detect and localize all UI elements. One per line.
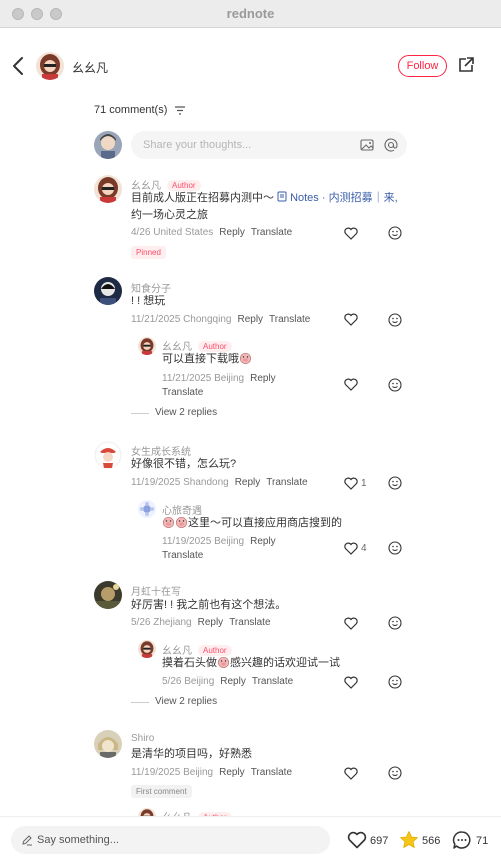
comment-author[interactable]: Shiro	[131, 733, 154, 744]
emoji-pig-icon	[162, 516, 175, 529]
emoji-reaction-icon[interactable]	[388, 313, 402, 327]
reply-meta: 11/19/2025 Beijing Reply Translate	[162, 536, 276, 561]
reply-text: 可以直接下载哦	[162, 351, 252, 368]
comment-text: 好厉害! ! 我之前也有这个想法。	[131, 599, 287, 611]
like-icon[interactable]	[344, 542, 358, 555]
comment-text: 是清华的项目吗，好熟悉	[131, 748, 252, 760]
reply-button[interactable]: Reply	[219, 227, 245, 238]
translate-button[interactable]: Translate	[252, 676, 293, 687]
translate-button[interactable]: Translate	[269, 314, 310, 325]
reply-avatar[interactable]	[138, 500, 156, 518]
pencil-icon	[22, 835, 32, 846]
comment-input[interactable]: Share your thoughts...	[131, 131, 407, 159]
author-avatar[interactable]	[36, 52, 64, 80]
translate-button[interactable]: Translate	[251, 767, 292, 778]
translate-button[interactable]: Translate	[162, 550, 203, 561]
reply-avatar[interactable]	[138, 640, 156, 658]
translate-button[interactable]: Translate	[229, 617, 270, 628]
reply-button[interactable]: Reply	[220, 676, 246, 687]
comment-meta: 5/26 Zhejiang Reply Translate	[131, 617, 271, 628]
emoji-reaction-icon[interactable]	[388, 616, 402, 630]
comment-author[interactable]: 月虹十在写	[131, 583, 181, 598]
like-icon[interactable]	[344, 477, 358, 490]
like-icon[interactable]	[344, 378, 358, 391]
comment-count: 71 comment(s)	[94, 104, 168, 116]
divider	[131, 702, 149, 703]
like-count: 697	[370, 835, 389, 847]
emoji-reaction-icon[interactable]	[388, 378, 402, 392]
emoji-reaction-icon[interactable]	[388, 476, 402, 490]
reply-meta: 11/21/2025 Beijing Reply Translate	[162, 373, 276, 398]
reply-button[interactable]: Reply	[198, 617, 224, 628]
comment-avatar[interactable]	[94, 441, 122, 469]
comment-avatar[interactable]	[94, 581, 122, 609]
comment-text: 好像很不错，怎么玩?	[131, 458, 237, 470]
like-icon[interactable]	[344, 313, 358, 326]
comment-avatar[interactable]	[94, 175, 122, 203]
like-icon[interactable]	[344, 617, 358, 630]
reply-button[interactable]: Reply	[250, 536, 276, 547]
my-avatar	[94, 131, 122, 159]
collect-star-icon[interactable]	[399, 830, 419, 850]
comment-avatar[interactable]	[94, 277, 122, 305]
comment-meta: 11/21/2025 Chongqing Reply Translate	[131, 314, 311, 325]
reply-text: 这里～可以直接应用商店搜到的	[162, 515, 342, 532]
mention-icon[interactable]	[384, 138, 398, 152]
comment-avatar[interactable]	[94, 730, 122, 758]
reply-button[interactable]: Reply	[219, 767, 245, 778]
pinned-tag: Pinned	[131, 246, 166, 259]
emoji-pig-icon	[239, 352, 252, 365]
note-icon	[277, 191, 287, 202]
emoji-reaction-icon[interactable]	[388, 226, 402, 240]
divider	[131, 413, 149, 414]
reply-meta: 5/26 Beijing Reply Translate	[162, 676, 294, 687]
comment-text: ! ! 想玩	[131, 295, 166, 307]
emoji-reaction-icon[interactable]	[388, 675, 402, 689]
say-something-placeholder: Say something...	[37, 834, 119, 846]
emoji-pig-icon	[217, 656, 230, 669]
reply-button[interactable]: Reply	[235, 477, 261, 488]
translate-button[interactable]: Translate	[266, 477, 307, 488]
like-count: 1	[361, 478, 367, 489]
translate-button[interactable]: Translate	[251, 227, 292, 238]
like-icon[interactable]	[344, 227, 358, 240]
emoji-pig-icon	[175, 516, 188, 529]
translate-button[interactable]: Translate	[162, 387, 203, 398]
like-post-icon[interactable]	[347, 831, 367, 849]
window-title: rednote	[226, 6, 275, 21]
comment-text: 目前成人版正在招募内测中～ Notes · 内测招募｜来, 约一场心灵之旅	[131, 191, 398, 221]
window-titlebar: rednote	[0, 0, 501, 28]
reply-button[interactable]: Reply	[250, 373, 276, 384]
say-something-input[interactable]: Say something...	[11, 826, 330, 854]
note-link[interactable]: Notes · 内测招募｜来,	[290, 192, 398, 204]
author-name[interactable]: 幺幺凡	[72, 59, 108, 76]
view-replies-button[interactable]: View 2 replies	[155, 696, 217, 707]
comment-meta: 11/19/2025 Beijing Reply Translate	[131, 767, 293, 778]
comment-bubble-icon[interactable]	[452, 830, 472, 850]
like-icon[interactable]	[344, 767, 358, 780]
emoji-reaction-icon[interactable]	[388, 541, 402, 555]
image-icon[interactable]	[360, 138, 374, 152]
like-count: 4	[361, 543, 367, 554]
comment-meta: 11/19/2025 Shandong Reply Translate	[131, 477, 308, 488]
reply-text: 摸着石头做 感兴趣的话欢迎试一试	[162, 656, 340, 669]
follow-button[interactable]: Follow	[398, 55, 447, 77]
reply-avatar[interactable]	[138, 337, 156, 355]
sort-icon[interactable]	[175, 106, 185, 115]
back-icon[interactable]	[10, 56, 28, 76]
view-replies-button[interactable]: View 2 replies	[155, 407, 217, 418]
like-icon[interactable]	[344, 676, 358, 689]
emoji-reaction-icon[interactable]	[388, 766, 402, 780]
comment-input-placeholder: Share your thoughts...	[143, 139, 252, 151]
collect-count: 566	[422, 835, 441, 847]
share-icon[interactable]	[457, 56, 475, 74]
reply-button[interactable]: Reply	[237, 314, 263, 325]
bottom-bar: Say something... 697 566 71	[0, 816, 501, 859]
comment-total: 71	[476, 835, 489, 847]
first-comment-tag: First comment	[131, 785, 192, 798]
comment-meta: 4/26 United States Reply Translate	[131, 227, 293, 238]
